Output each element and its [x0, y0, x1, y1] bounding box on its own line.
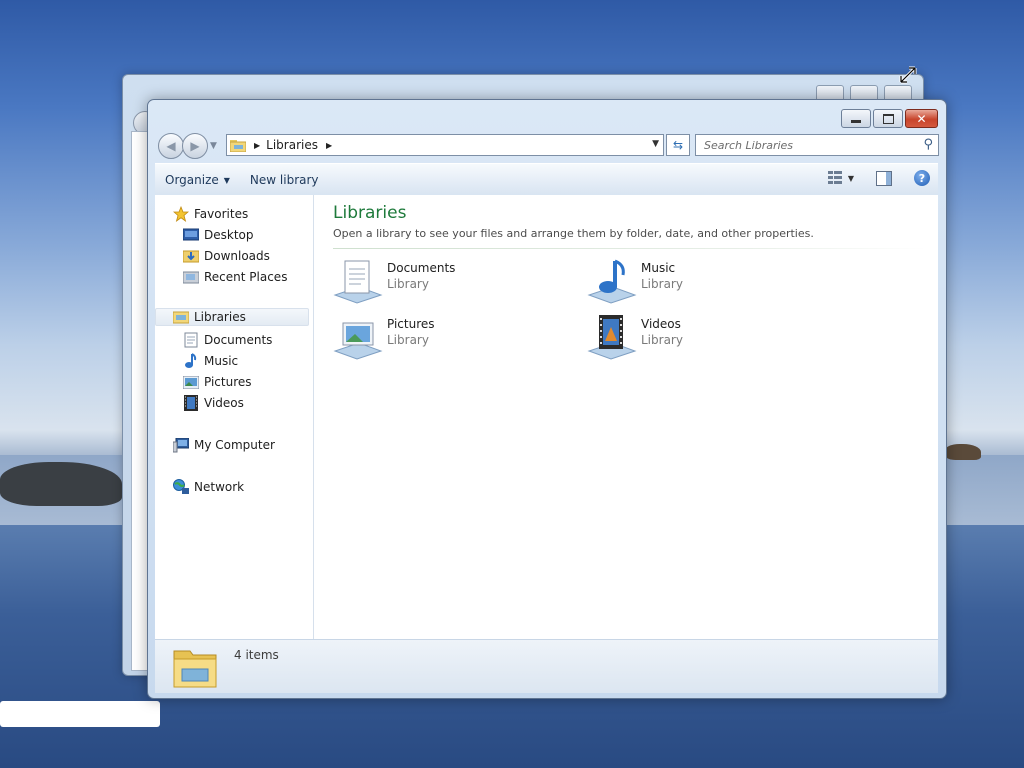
documents-library-icon: [333, 260, 383, 304]
library-name: Documents: [387, 261, 456, 275]
pictures-icon: [183, 374, 199, 390]
desktop-rock: [945, 444, 981, 460]
music-icon: [183, 353, 199, 369]
nav-item-documents[interactable]: Documents: [183, 332, 272, 348]
refresh-button[interactable]: ⇆: [666, 134, 690, 156]
minimize-icon: [851, 120, 861, 123]
desktop-rock: [0, 462, 122, 506]
search-icon[interactable]: ⚲: [923, 137, 933, 152]
address-bar[interactable]: ▶ Libraries ▶ ▼: [226, 134, 664, 156]
nav-item-videos[interactable]: Videos: [183, 395, 244, 411]
navigation-buttons: ◀ ▶ ▼: [158, 133, 217, 159]
navigation-pane: Favorites Desktop Downloads Recent Place…: [155, 195, 314, 639]
library-type: Library: [641, 277, 683, 291]
libraries-icon: [173, 309, 189, 325]
library-type: Library: [387, 333, 429, 347]
library-type: Library: [387, 277, 429, 291]
nav-label: Network: [194, 480, 245, 494]
nav-label: Libraries: [194, 310, 246, 324]
maximize-button[interactable]: [873, 109, 903, 128]
nav-label: Downloads: [204, 249, 270, 263]
library-name: Pictures: [387, 317, 435, 331]
forward-button[interactable]: ▶: [182, 133, 208, 159]
forward-arrow-icon: ▶: [190, 139, 200, 153]
videos-library-icon: [587, 315, 637, 360]
change-view-icon[interactable]: [827, 171, 842, 185]
nav-label: Desktop: [204, 228, 254, 242]
pictures-library-icon: [333, 322, 383, 360]
libraries-folder-icon: [230, 139, 246, 152]
page-subtitle: Open a library to see your files and arr…: [333, 227, 814, 240]
library-name: Music: [641, 261, 676, 275]
back-button[interactable]: ◀: [158, 133, 184, 159]
search-box[interactable]: ⚲: [695, 134, 939, 156]
item-count: 4 items: [234, 648, 279, 662]
nav-item-recent-places[interactable]: Recent Places: [183, 269, 287, 285]
address-dropdown-icon[interactable]: ▼: [652, 139, 659, 149]
explorer-window: ✕ ◀ ▶ ▼ ▶ Libraries ▶ ▼ ⇆ ⚲ Organize ▼ N…: [147, 99, 947, 699]
search-input[interactable]: [704, 138, 909, 152]
downloads-folder-icon: [183, 248, 199, 264]
breadcrumb-separator-icon[interactable]: ▶: [254, 141, 260, 150]
music-library-icon: [587, 259, 637, 304]
new-library-label: New library: [249, 173, 319, 187]
nav-label: Pictures: [204, 375, 252, 389]
chevron-down-icon: ▼: [223, 175, 230, 185]
new-library-button[interactable]: New library: [240, 173, 329, 187]
nav-item-desktop[interactable]: Desktop: [183, 227, 254, 243]
videos-icon: [183, 395, 199, 411]
computer-icon: [173, 437, 189, 453]
view-controls: ▼ ?: [827, 170, 930, 186]
breadcrumb-libraries[interactable]: Libraries: [266, 138, 318, 152]
maximize-icon: [882, 113, 894, 124]
nav-label: Videos: [204, 396, 244, 410]
minimize-button[interactable]: [841, 109, 871, 128]
nav-label: Favorites: [194, 207, 249, 221]
libraries-folder-icon: [173, 650, 217, 688]
nav-item-my-computer[interactable]: My Computer: [173, 437, 275, 453]
view-dropdown-icon[interactable]: ▼: [848, 174, 854, 183]
library-item-music[interactable]: Music Library: [587, 257, 683, 305]
details-pane: 4 items: [155, 639, 938, 693]
preview-pane-icon[interactable]: [876, 170, 892, 186]
resize-cursor-icon: [899, 66, 917, 84]
library-name: Videos: [641, 317, 681, 331]
nav-label: Recent Places: [204, 270, 288, 284]
recent-pages-dropdown[interactable]: ▼: [210, 141, 217, 151]
nav-label: Documents: [204, 333, 273, 347]
nav-item-pictures[interactable]: Pictures: [183, 374, 252, 390]
organize-button[interactable]: Organize ▼: [155, 173, 240, 187]
nav-item-favorites[interactable]: Favorites: [173, 206, 248, 222]
breadcrumb-separator-icon[interactable]: ▶: [326, 141, 332, 150]
command-bar: Organize ▼ New library ▼ ?: [155, 163, 938, 197]
nav-item-music[interactable]: Music: [183, 353, 238, 369]
refresh-icon: ⇆: [672, 138, 684, 152]
nav-label: Music: [204, 354, 239, 368]
nav-item-network[interactable]: Network: [173, 479, 244, 495]
desktop-icon: [183, 227, 199, 243]
documents-icon: [183, 332, 199, 348]
library-item-pictures[interactable]: Pictures Library: [333, 313, 435, 361]
nav-item-libraries[interactable]: Libraries: [155, 308, 309, 326]
page-title: Libraries: [333, 203, 407, 223]
network-icon: [173, 479, 189, 495]
nav-item-downloads[interactable]: Downloads: [183, 248, 270, 264]
back-arrow-icon: ◀: [166, 139, 176, 153]
close-icon: ✕: [916, 111, 927, 126]
organize-label: Organize: [165, 173, 219, 187]
library-item-documents[interactable]: Documents Library: [333, 257, 455, 305]
star-icon: [173, 206, 189, 222]
help-icon[interactable]: ?: [914, 170, 930, 186]
divider: [333, 248, 927, 249]
recent-places-icon: [183, 269, 199, 285]
desktop-white-bar: [0, 701, 160, 727]
content-area: Favorites Desktop Downloads Recent Place…: [155, 195, 938, 639]
nav-label: My Computer: [194, 438, 275, 452]
library-type: Library: [641, 333, 683, 347]
library-item-videos[interactable]: Videos Library: [587, 313, 683, 361]
close-button[interactable]: ✕: [905, 109, 938, 128]
